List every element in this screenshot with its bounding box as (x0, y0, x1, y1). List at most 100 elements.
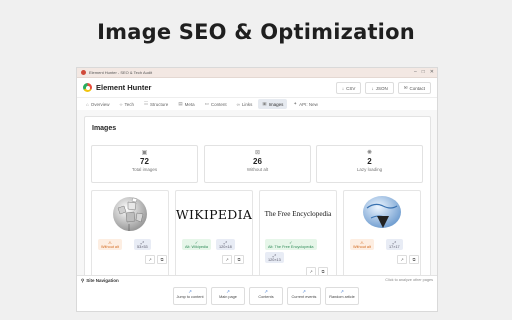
meta-icon: ▤ (178, 101, 183, 106)
nav-link-contents[interactable]: ↗ Contents (249, 287, 283, 305)
card-actions: ↗ ⧉ (222, 255, 244, 264)
home-icon: ⌂ (86, 101, 89, 107)
nav-link-label: Current events (291, 295, 317, 299)
image-thumbnail (96, 194, 164, 234)
tab-links[interactable]: ∞ Links (233, 100, 257, 109)
wikinews-globe-icon (363, 196, 401, 228)
stat-lazy-loading: ✺ 2 Lazy loading (316, 145, 423, 183)
site-navigation-panel: ⚲ Site Navigation Click to analyze other… (77, 275, 437, 311)
csv-button[interactable]: ↓ CSV (335, 82, 362, 94)
stat-total-images: ▣ 72 Total images (91, 145, 198, 183)
tab-api[interactable]: ✦ API: New (289, 99, 322, 109)
app-window: Element Hunter - SEO & Tech Audit – □ ✕ … (76, 67, 438, 312)
maximize-icon[interactable]: □ (422, 69, 425, 75)
app-favicon-icon (81, 70, 86, 75)
panel-title: Images (92, 125, 117, 132)
tagline-wordmark: The Free Encyclopedia (264, 210, 332, 218)
stat-label: Total images (131, 167, 158, 172)
image-icon: ▣ (141, 150, 148, 156)
window-title: Element Hunter - SEO & Tech Audit (89, 70, 153, 75)
dimensions-chip: ⤢ 120×13 (265, 252, 284, 263)
dimensions-label: 120×18 (219, 244, 232, 249)
copy-url-button[interactable]: ⧉ (234, 255, 244, 264)
tab-images[interactable]: ▣ Images (258, 99, 288, 109)
app-name: Element Hunter (96, 83, 152, 92)
nav-link-label: Contents (258, 295, 274, 299)
site-navigation-links: ↗ Jump to content ↗ Main page ↗ Contents ↗ C… (173, 287, 359, 305)
close-icon[interactable]: ✕ (430, 69, 434, 75)
dimensions-label: 17×17 (389, 244, 400, 249)
tab-tech[interactable]: ‹› Tech (115, 100, 138, 109)
copy-url-button[interactable]: ⧉ (409, 255, 419, 264)
stat-label: Lazy loading (356, 167, 383, 172)
stat-value: 2 (367, 157, 372, 166)
nav-link-label: Main page (219, 295, 237, 299)
image-thumbnail: The Free Encyclopedia (264, 194, 332, 234)
alt-status-label: Alt: The Free Encyclopedia (268, 244, 314, 249)
window-titlebar: Element Hunter - SEO & Tech Audit – □ ✕ (77, 68, 437, 78)
wikipedia-wordmark: WIKIPEDIA (175, 206, 253, 222)
csv-button-label: CSV (346, 85, 356, 91)
alt-missing-icon: ⊠ (254, 150, 261, 156)
tab-label: Tech (124, 101, 134, 107)
nav-link-random-article[interactable]: ↗ Random article (325, 287, 359, 305)
nav-link-current-events[interactable]: ↗ Current events (287, 287, 321, 305)
open-image-button[interactable]: ↗ (145, 255, 155, 264)
stat-value: 72 (140, 157, 149, 166)
tab-content[interactable]: ▭ Content (201, 99, 231, 109)
download-icon: ↓ (371, 85, 374, 91)
dimensions-label: 53×53 (137, 244, 148, 249)
tab-meta[interactable]: ▤ Meta (174, 99, 198, 109)
tab-label: Meta (184, 101, 195, 107)
copy-url-button[interactable]: ⧉ (157, 255, 167, 264)
app-logo-icon (83, 83, 92, 92)
image-thumbnail: WIKIPEDIA (176, 194, 252, 234)
code-icon: ‹› (119, 101, 123, 107)
navigation-icon: ⚲ (81, 278, 85, 283)
tab-overview[interactable]: ⌂ Overview (82, 100, 113, 109)
dimensions-label: 120×13 (268, 257, 281, 262)
mail-icon: ✉ (403, 85, 408, 90)
tab-label: API: New (299, 101, 318, 107)
dimensions-chip: ⤢ 120×18 (216, 239, 235, 250)
tab-label: Content (210, 101, 227, 107)
contact-button[interactable]: ✉ Contact (397, 82, 431, 94)
nav-link-label: Jump to content (176, 295, 204, 299)
loading-icon: ✺ (366, 150, 373, 156)
image-thumbnail (348, 194, 416, 234)
open-image-button[interactable]: ↗ (397, 255, 407, 264)
alt-status-label: Without alt (101, 244, 119, 249)
card-actions: ↗ ⧉ (397, 255, 419, 264)
page-heading: Image SEO & Optimization (97, 20, 415, 44)
content-icon: ▭ (204, 101, 209, 106)
card-actions: ↗ ⧉ (145, 255, 167, 264)
nav-link-jump-to-content[interactable]: ↗ Jump to content (173, 287, 207, 305)
stat-value: 26 (253, 157, 262, 166)
stat-without-alt: ⊠ 26 Without alt (204, 145, 311, 183)
tab-label: Links (241, 101, 253, 107)
dimensions-chip: ⤢ 17×17 (386, 239, 403, 250)
structure-icon: ☷ (144, 101, 149, 106)
minimize-icon[interactable]: – (414, 69, 417, 75)
dimensions-chip: ⤢ 53×53 (134, 239, 151, 250)
tab-structure[interactable]: ☷ Structure (140, 99, 172, 109)
window-controls: – □ ✕ (414, 69, 434, 75)
export-buttons: ↓ CSV ↓ JSON ✉ Contact (335, 82, 431, 94)
alt-status-chip: ⚠ Without alt (98, 239, 122, 250)
json-button[interactable]: ↓ JSON (365, 82, 394, 94)
open-image-button[interactable]: ↗ (222, 255, 232, 264)
contact-button-label: Contact (409, 85, 425, 91)
alt-status-label: Without alt (353, 244, 371, 249)
alt-status-label: Alt: Wikipedia (185, 244, 209, 249)
json-button-label: JSON (375, 85, 388, 91)
download-icon: ↓ (341, 85, 345, 91)
alt-status-chip: ✓ Alt: The Free Encyclopedia (265, 239, 317, 250)
site-navigation-hint: Click to analyze other pages (385, 278, 433, 282)
stat-label: Without alt (246, 167, 269, 172)
nav-link-main-page[interactable]: ↗ Main page (211, 287, 245, 305)
image-icon: ▣ (262, 101, 267, 106)
site-navigation-label: Site Navigation (86, 278, 119, 283)
tab-label: Images (268, 101, 284, 107)
app-header: Element Hunter ↓ CSV ↓ JSON ✉ Contact (77, 78, 437, 98)
tab-label: Overview (90, 101, 110, 107)
